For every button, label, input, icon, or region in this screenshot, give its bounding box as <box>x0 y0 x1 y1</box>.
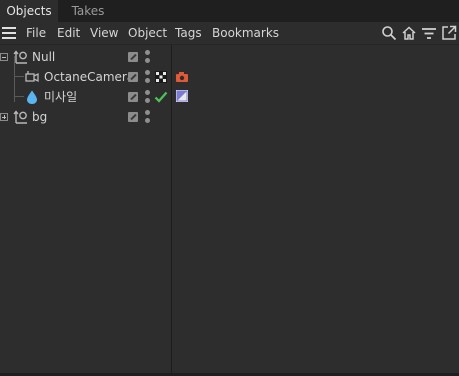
object-row-bg[interactable]: bg <box>0 107 459 127</box>
object-name: bg <box>32 110 48 124</box>
object-name: OctaneCamera <box>44 70 135 84</box>
editor-visibility-dot[interactable] <box>145 50 150 55</box>
edit-visibility-icon[interactable] <box>128 72 138 82</box>
object-row-octanecamera[interactable]: OctaneCamera <box>0 67 459 87</box>
menu-bookmarks[interactable]: Bookmarks <box>212 22 279 44</box>
editor-visibility-dot[interactable] <box>145 90 150 95</box>
editor-visibility-dot[interactable] <box>145 110 150 115</box>
menu-object[interactable]: Object <box>128 22 167 44</box>
menu-tags[interactable]: Tags <box>175 22 202 44</box>
menu-edit[interactable]: Edit <box>57 22 80 44</box>
camera-icon <box>25 71 39 83</box>
object-row-null[interactable]: Null <box>0 47 459 67</box>
render-visibility-dot[interactable] <box>145 58 150 63</box>
hamburger-menu-icon[interactable] <box>2 27 16 39</box>
water-drop-icon <box>27 90 37 104</box>
null-object-icon <box>13 50 27 64</box>
object-row-missile[interactable]: 미사일 <box>0 87 459 107</box>
object-name: 미사일 <box>44 90 78 104</box>
menu-view[interactable]: View <box>90 22 118 44</box>
edit-visibility-icon[interactable] <box>128 52 138 62</box>
search-icon[interactable] <box>381 25 397 41</box>
tab-objects[interactable]: Objects <box>0 0 58 22</box>
render-visibility-dot[interactable] <box>145 98 150 103</box>
material-tag-icon[interactable] <box>176 90 188 102</box>
edit-visibility-icon[interactable] <box>128 112 138 122</box>
editor-visibility-dot[interactable] <box>145 70 150 75</box>
menu-bar: File Edit View Object Tags Bookmarks <box>0 22 459 45</box>
tab-takes[interactable]: Takes <box>58 0 118 22</box>
filter-icon[interactable] <box>421 25 437 41</box>
edit-visibility-icon[interactable] <box>128 92 138 102</box>
collapse-toggle[interactable] <box>0 53 8 61</box>
tab-bar: Objects Takes <box>0 0 459 22</box>
camera-tag-icon[interactable] <box>176 71 188 83</box>
expand-toggle[interactable] <box>0 113 8 121</box>
octane-camera-tag-icon[interactable] <box>155 71 167 83</box>
home-icon[interactable] <box>401 25 417 41</box>
object-name: Null <box>32 50 56 64</box>
render-visibility-dot[interactable] <box>145 118 150 123</box>
render-visibility-dot[interactable] <box>145 78 150 83</box>
menu-file[interactable]: File <box>26 22 46 44</box>
checkmark-icon[interactable] <box>154 90 168 104</box>
new-window-icon[interactable] <box>441 25 457 41</box>
null-object-icon <box>13 110 27 124</box>
